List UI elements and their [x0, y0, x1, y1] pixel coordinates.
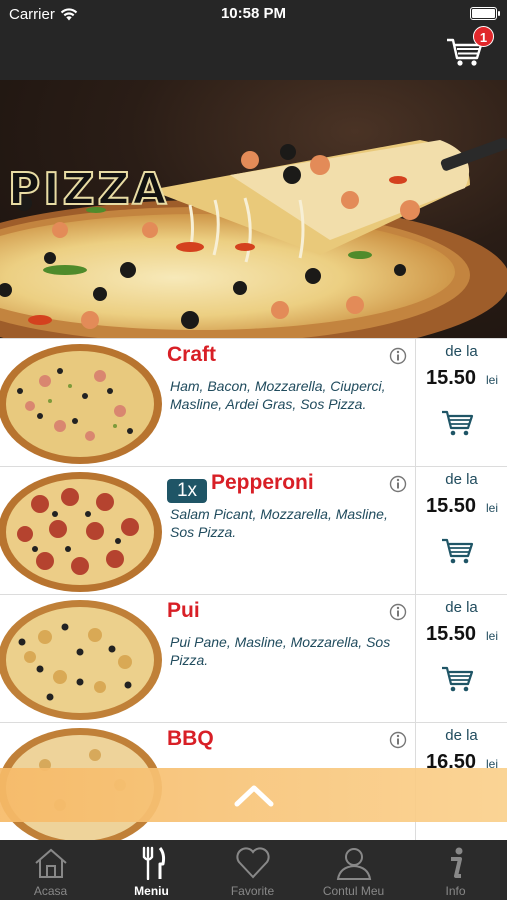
menu-item-pui[interactable]: Pui Pui Pane, Masline, Mozzarella, Sos P…: [0, 594, 507, 723]
add-to-cart-icon[interactable]: [441, 409, 475, 437]
scroll-to-top-button[interactable]: [0, 768, 507, 822]
fork-knife-icon: [142, 846, 165, 880]
menu-list[interactable]: Craft Ham, Bacon, Mozzarella, Ciuperci, …: [0, 338, 507, 840]
menu-item-craft[interactable]: Craft Ham, Bacon, Mozzarella, Ciuperci, …: [0, 338, 507, 467]
tab-favorite[interactable]: Favorite: [202, 840, 303, 900]
tab-label: Meniu: [134, 884, 169, 898]
price-from-label: de la: [445, 343, 478, 360]
price-from-label: de la: [445, 471, 478, 488]
price-from-label: de la: [445, 599, 478, 616]
home-icon: [34, 848, 67, 878]
quantity-badge: 1x: [167, 479, 207, 503]
heart-icon: [235, 847, 270, 879]
currency-label: lei: [486, 373, 499, 387]
item-description: Pui Pane, Masline, Mozzarella, Sos Pizza…: [170, 634, 391, 668]
clock: 10:58 PM: [220, 5, 287, 22]
item-price: 15.50: [426, 495, 477, 517]
item-name[interactable]: BBQ: [167, 727, 214, 751]
info-icon[interactable]: [389, 603, 407, 621]
item-price: 15.50: [426, 623, 477, 645]
item-price: 15.50: [426, 367, 477, 389]
item-name[interactable]: Pui: [167, 599, 200, 623]
currency-label: lei: [486, 629, 499, 643]
hero-title: PIZZA: [7, 163, 170, 216]
price-from-label: de la: [445, 727, 478, 744]
tab-label: Contul Meu: [322, 884, 385, 898]
battery-icon: [470, 7, 500, 20]
tab-info[interactable]: Info: [404, 840, 507, 900]
info-icon[interactable]: [389, 731, 407, 749]
item-description: Salam Picant, Mozzarella, Masline, Sos P…: [170, 506, 388, 540]
item-description: Ham, Bacon, Mozzarella, Ciuperci, Maslin…: [170, 378, 386, 412]
top-bar: Carrier 10:58 PM 1: [0, 0, 507, 80]
user-icon: [336, 848, 371, 880]
tab-bar: Acasa Meniu Favorite Contul Meu Info: [0, 840, 507, 900]
tab-meniu[interactable]: Meniu: [101, 840, 202, 900]
pizza-image: [0, 344, 162, 464]
tab-label: Acasa: [33, 884, 68, 898]
item-name[interactable]: Craft: [167, 343, 216, 367]
cart-badge: 1: [473, 26, 494, 47]
pizza-image: [0, 472, 162, 592]
chevron-up-icon: [234, 785, 274, 807]
item-name[interactable]: Pepperoni: [211, 471, 314, 495]
status-bar: Carrier 10:58 PM: [0, 0, 507, 28]
tab-label: Favorite: [230, 884, 275, 898]
tab-contul-meu[interactable]: Contul Meu: [303, 840, 404, 900]
pizza-image: [0, 600, 162, 720]
menu-item-pepperoni[interactable]: 1x Pepperoni Salam Picant, Mozzarella, M…: [0, 466, 507, 595]
tab-acasa[interactable]: Acasa: [0, 840, 101, 900]
tab-label: Info: [445, 884, 466, 898]
info-icon[interactable]: [389, 347, 407, 365]
info-icon: [450, 847, 462, 878]
add-to-cart-icon[interactable]: [441, 665, 475, 693]
currency-label: lei: [486, 501, 499, 515]
info-icon[interactable]: [389, 475, 407, 493]
add-to-cart-icon[interactable]: [441, 537, 475, 565]
hero-banner: PIZZA: [0, 80, 507, 338]
